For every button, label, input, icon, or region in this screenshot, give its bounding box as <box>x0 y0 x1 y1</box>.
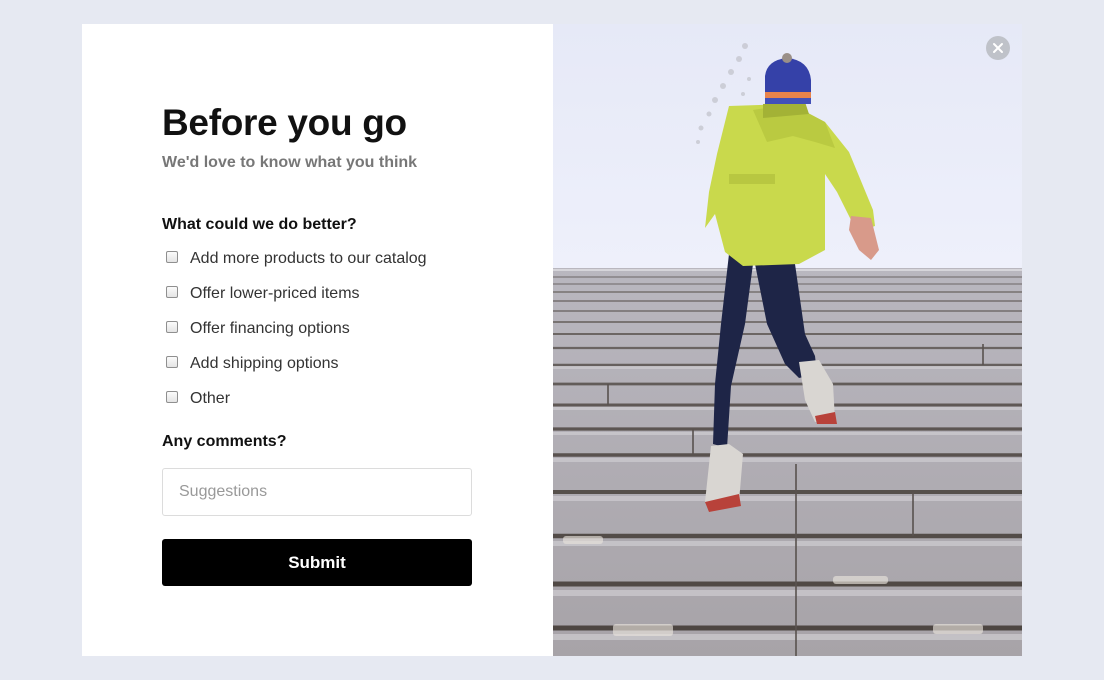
comments-input[interactable] <box>163 483 471 501</box>
survey-question: What could we do better? <box>162 216 357 233</box>
checkbox-shipping-options[interactable] <box>166 355 178 368</box>
checkbox-add-more-products[interactable] <box>166 250 178 263</box>
close-button[interactable] <box>986 36 1010 60</box>
submit-button[interactable]: Submit <box>162 539 472 586</box>
option-label: Add shipping options <box>190 354 339 372</box>
comments-field-wrapper <box>162 468 472 516</box>
modal-title: Before you go <box>162 102 407 143</box>
comments-label: Any comments? <box>162 433 287 450</box>
option-lower-priced-items[interactable]: Offer lower-priced items <box>162 276 472 311</box>
option-label: Add more products to our catalog <box>190 249 427 267</box>
survey-options: Add more products to our catalog Offer l… <box>162 241 472 416</box>
checkbox-other[interactable] <box>166 390 178 403</box>
option-label: Other <box>190 389 231 407</box>
checkbox-financing-options[interactable] <box>166 320 178 333</box>
option-shipping-options[interactable]: Add shipping options <box>162 346 472 381</box>
option-label: Offer lower-priced items <box>190 284 360 302</box>
modal-subtitle: We'd love to know what you think <box>162 154 418 171</box>
survey-form: Before you go We'd love to know what you… <box>162 102 472 586</box>
option-financing-options[interactable]: Offer financing options <box>162 311 472 346</box>
runner-on-stairs-image <box>553 24 1022 656</box>
option-label: Offer financing options <box>190 319 350 337</box>
option-add-more-products[interactable]: Add more products to our catalog <box>162 241 472 276</box>
survey-form-panel: Before you go We'd love to know what you… <box>82 24 553 656</box>
checkbox-lower-priced-items[interactable] <box>166 285 178 298</box>
hero-image-panel <box>553 24 1022 656</box>
option-other[interactable]: Other <box>162 381 472 416</box>
exit-survey-modal: Before you go We'd love to know what you… <box>82 24 1022 656</box>
close-icon <box>993 43 1003 53</box>
